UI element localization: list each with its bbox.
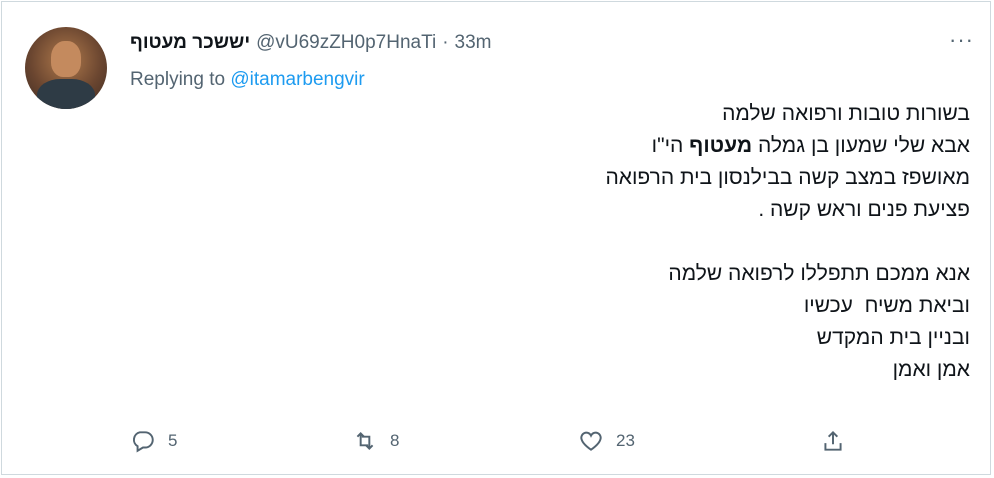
tweet-line-8: ובניין בית המקדש — [816, 326, 970, 349]
tweet-line-2-end: הי"ו — [651, 134, 690, 157]
tweet-text: בשורות טובות ורפואה שלמה אבא שלי שמעון ב… — [270, 98, 970, 386]
tweet-actions: 5 8 23 — [130, 426, 850, 456]
reply-icon — [133, 431, 154, 453]
tweet-line-2-bold: מעטוף — [689, 134, 753, 157]
tweet-line-4: פציעת פנים וראש קשה . — [758, 198, 970, 221]
tweet-line-6: אנא ממכם תתפללו לרפואה שלמה — [668, 262, 970, 285]
author-handle[interactable]: @vU69zZH0p7HnaTi — [256, 32, 436, 54]
retweet-button[interactable]: 8 — [352, 426, 399, 456]
like-button[interactable]: 23 — [578, 426, 635, 456]
more-icon[interactable]: ··· — [949, 29, 974, 51]
tweet-line-5 — [270, 226, 970, 258]
replying-prefix: Replying to — [130, 69, 226, 90]
reply-count: 5 — [168, 431, 178, 450]
avatar-face — [51, 41, 81, 77]
avatar-body — [37, 79, 95, 109]
share-icon — [824, 430, 842, 451]
heart-icon — [580, 431, 602, 451]
avatar[interactable] — [25, 27, 107, 109]
tweet-line-9: אמן ואמן — [892, 358, 970, 381]
tweet-line-2: אבא שלי שמעון בן גמלה מעטוף הי"ו — [270, 130, 970, 162]
retweet-count: 8 — [390, 431, 400, 450]
share-button[interactable] — [820, 426, 846, 456]
retweet-icon — [356, 432, 374, 450]
replying-to: Replying to @itamarbengvir — [130, 69, 365, 91]
tweet-line-3: מאושפז במצב קשה בבילנסון בית הרפואה — [605, 166, 970, 189]
reply-button[interactable]: 5 — [130, 426, 177, 456]
like-count: 23 — [616, 431, 635, 450]
tweet-line-1: בשורות טובות ורפואה שלמה — [722, 102, 970, 125]
tweet-line-7: וביאת משיח עכשיו — [803, 294, 970, 317]
author-name[interactable]: יששכר מעטוף — [130, 32, 250, 54]
tweet-line-2-start: אבא שלי שמעון בן גמלה — [752, 134, 970, 157]
replying-mention-link[interactable]: @itamarbengvir — [230, 69, 364, 90]
separator-dot: · — [442, 32, 449, 53]
tweet-timestamp[interactable]: 33m — [455, 32, 492, 54]
tweet-header: יששכר מעטוף @vU69zZH0p7HnaTi · 33m — [130, 30, 492, 56]
